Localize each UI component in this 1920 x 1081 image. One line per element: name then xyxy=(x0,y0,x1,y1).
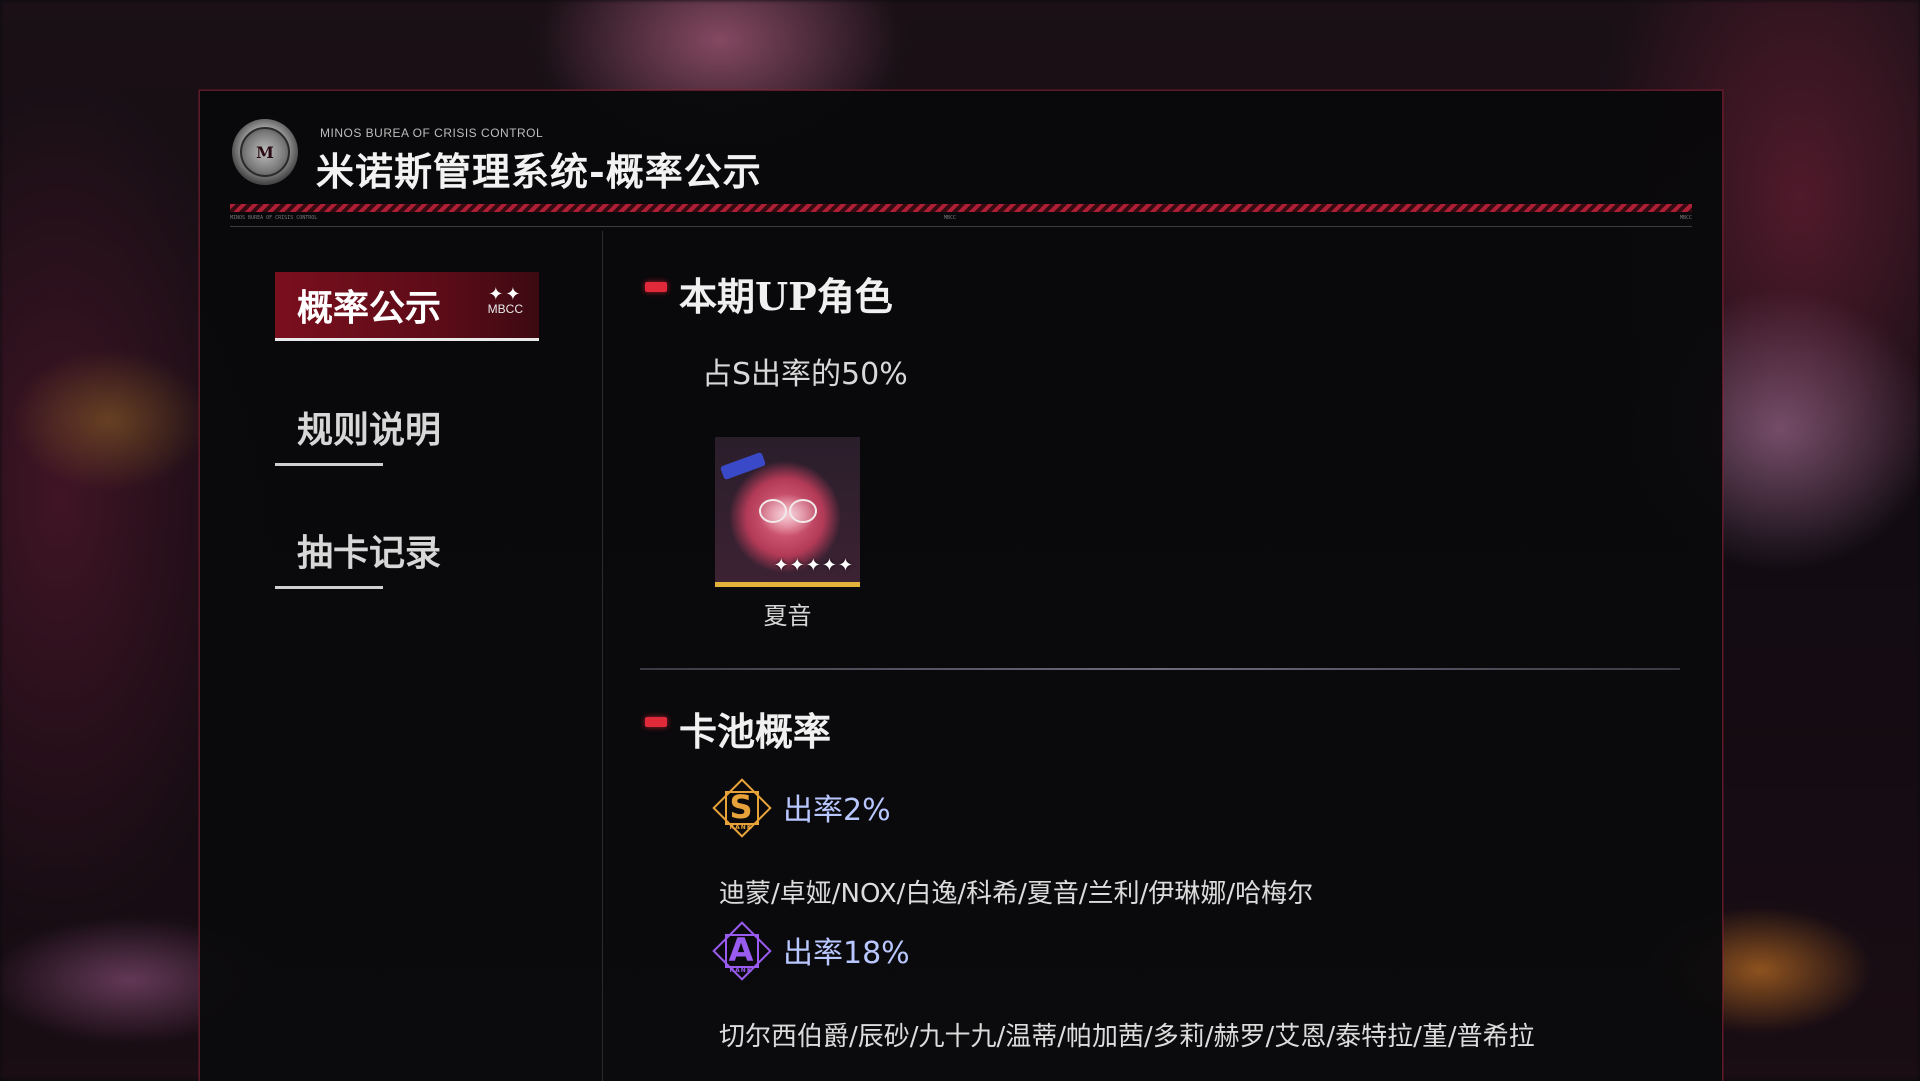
tab-probability-label: 概率公示 xyxy=(297,287,442,329)
rank-s-row: S RANK 出率2% xyxy=(712,778,891,838)
tab-probability[interactable]: 概率公示 ✦✦ MBCC xyxy=(275,272,539,341)
tab-rules-label: 规则说明 xyxy=(297,409,442,451)
micro-text-left: MINOS BUREA OF CRISIS CONTROL xyxy=(230,215,318,221)
probability-panel: M MINOS BUREA OF CRISIS CONTROL 米诺斯管理系统-… xyxy=(199,90,1723,1081)
section-divider xyxy=(640,668,1680,670)
micro-text-mid: MBCC xyxy=(944,215,957,221)
tab-history[interactable]: 抽卡记录 xyxy=(275,517,539,589)
mbcc-tag: ✦✦ MBCC xyxy=(487,284,523,316)
sidebar-divider xyxy=(602,231,603,1081)
tab-history-underline xyxy=(275,586,383,589)
panel-header: M MINOS BUREA OF CRISIS CONTROL 米诺斯管理系统-… xyxy=(200,91,1722,231)
a-rank-rate: 出率18% xyxy=(783,936,910,971)
section-marker-icon xyxy=(645,716,667,727)
tab-rules[interactable]: 规则说明 xyxy=(275,394,539,466)
mbcc-tag-text: MBCC xyxy=(487,302,523,316)
sparkle-icon: ✦✦ xyxy=(488,284,523,304)
micro-text-right: MBCC xyxy=(1679,215,1692,221)
up-rate-text: 占S出率的50% xyxy=(702,357,908,392)
rank-a-row: A RANK 出率18% xyxy=(712,921,910,981)
star-rating-icon: ✦✦✦✦✦ xyxy=(773,555,854,576)
s-rank-rate: 出率2% xyxy=(783,793,891,828)
character-card[interactable]: ✦✦✦✦✦ xyxy=(715,437,860,587)
section-marker-icon xyxy=(645,281,667,292)
pool-section-heading: 卡池概率 xyxy=(645,701,831,756)
hazard-stripe-divider xyxy=(230,204,1692,212)
up-section-heading: 本期UP角色 xyxy=(645,266,893,321)
logo-emblem: M xyxy=(240,127,290,177)
a-rank-character-list: 切尔西伯爵/辰砂/九十九/温蒂/帕加茜/多莉/赫罗/艾恩/泰特拉/堇/普希拉 xyxy=(719,1022,1535,1052)
s-rank-character-list: 迪蒙/卓娅/NOX/白逸/科希/夏音/兰利/伊琳娜/哈梅尔 xyxy=(719,879,1314,909)
pool-section-title: 卡池概率 xyxy=(679,709,832,754)
tab-history-label: 抽卡记录 xyxy=(297,532,442,574)
page-title: 米诺斯管理系统-概率公示 xyxy=(316,149,762,194)
a-rank-icon: A RANK xyxy=(712,921,772,981)
s-rank-icon: S RANK xyxy=(712,778,772,838)
mbcc-logo-icon: M xyxy=(232,119,298,185)
character-glasses xyxy=(759,499,819,523)
character-name: 夏音 xyxy=(763,602,812,630)
up-section-title: 本期UP角色 xyxy=(679,274,893,319)
org-english-name: MINOS BUREA OF CRISIS CONTROL xyxy=(320,126,544,140)
header-rule xyxy=(230,226,1692,227)
character-hair-accent xyxy=(719,451,767,481)
tab-rules-underline xyxy=(275,463,383,466)
micro-text-line: MINOS BUREA OF CRISIS CONTROL MBCC MBCC xyxy=(230,215,1692,225)
